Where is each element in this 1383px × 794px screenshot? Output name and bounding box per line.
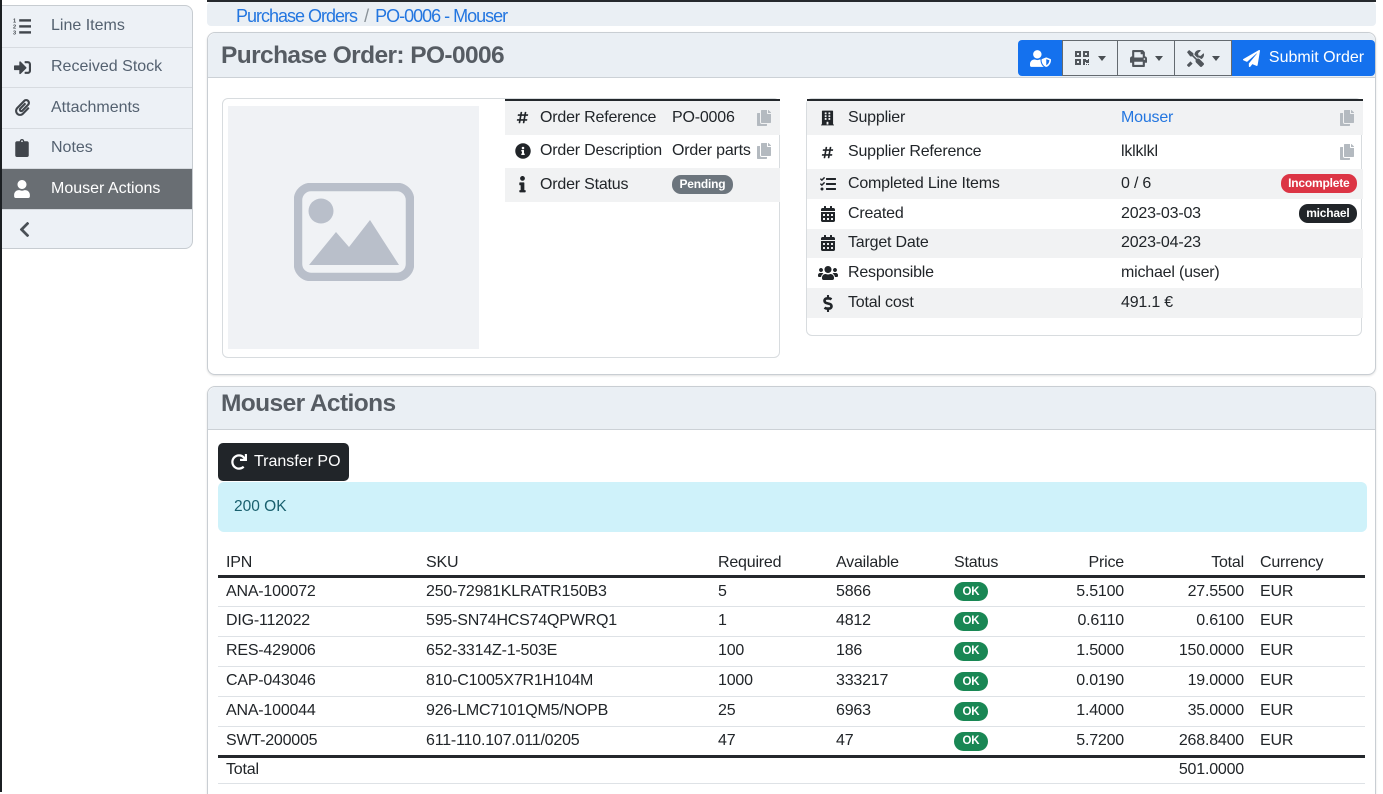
svg-text:3: 3 — [13, 30, 16, 34]
